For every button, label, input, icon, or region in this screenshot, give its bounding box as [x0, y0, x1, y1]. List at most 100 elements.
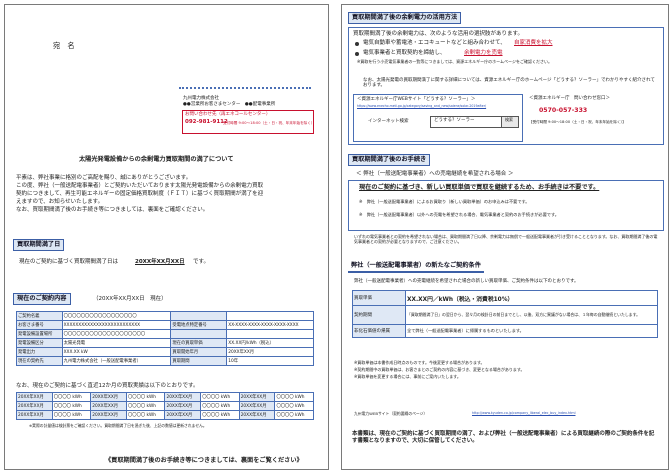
- record-amount: 〇〇〇〇 kWh: [51, 392, 92, 402]
- search-button[interactable]: 検索: [501, 116, 519, 128]
- inquiry-label: ＜資源エネルギー庁 問い合わせ窓口＞: [529, 96, 610, 101]
- contract-label: 買取期間: [170, 356, 228, 366]
- inquiry-phone: 0570-057-333: [539, 107, 588, 114]
- record-row: 20XX年XX月 〇〇〇〇 kWh 20XX年XX月 〇〇〇〇 kWh 20XX年XX月…: [16, 401, 314, 411]
- contract-row: ご契約名義 〇〇〇〇〇〇〇〇〇〇〇〇〇〇〇〇〇: [16, 311, 314, 321]
- option-emphasis: 自家消費を拡大: [514, 40, 553, 46]
- terms-value: 全て弊社（一般送配電事業者）に帰属するものといたします。: [405, 324, 658, 338]
- terms-row: 契約期間 「買取期間満了日」の翌日から、翌々月の検針日の前日までとし、以後、双方…: [352, 305, 658, 325]
- intro-line: この度、弊社（一般送配電事業者）とご契約いただいております太陽光発電設備からの余…: [16, 183, 264, 189]
- options-box: 買取期間満了後の余剰電力は、次のような活用の選択肢があります。 電気自動車や蓄電…: [348, 27, 664, 145]
- procedure-note: ※ 弊社（一般送配電事業者）によるお買取り（新しい買取単価）のお申込みは不要です…: [359, 199, 530, 204]
- record-amount: 〇〇〇〇 kWh: [274, 401, 314, 411]
- contract-label: 現在の契約先: [16, 356, 63, 366]
- record-month: 20XX年XX月: [90, 392, 127, 402]
- record-amount: 〇〇〇〇 kWh: [125, 392, 166, 402]
- recipient-name: 宛 名: [53, 41, 75, 50]
- contract-row: 現在の契約先 九州電力株式会社（一般送配電事業者） 買取期間 10年: [16, 356, 314, 366]
- footer-notice: 本書類は、現在のご契約に基づく買取期間の満了、および弊社（一般送配電事業者）によ…: [352, 431, 655, 444]
- search-input-text: どうする？ソーラー: [434, 118, 475, 123]
- procedure-note: ※ 弊社（一般送配電事業者）以外への売電を希望される場合、電気事業者と契約のお手…: [359, 212, 559, 217]
- search-input[interactable]: どうする？ソーラー: [430, 116, 502, 128]
- sender-company: 九州電力株式会社: [183, 96, 219, 101]
- options-detail: なお、太陽光発電の買取期間満了に関する詳細については、資源エネルギー庁のホームペ…: [363, 78, 655, 89]
- record-amount: 〇〇〇〇 kWh: [200, 392, 240, 402]
- sender-contact-box: お問い合わせ先（再エネコールセンター） 092-981-9112 受付時間 9:…: [182, 110, 314, 134]
- contract-value: XX.XX円/kWh（税込）: [226, 338, 314, 348]
- closing-note: 《買取期間満了後のお手続き等につきましては、裏面をご覧ください》: [105, 457, 303, 464]
- purchase-record-table: 20XX年XX月 〇〇〇〇 kWh 20XX年XX月 〇〇〇〇 kWh 20XX年XX月…: [16, 392, 314, 420]
- contract-label: 現在の買取単価: [170, 338, 228, 348]
- website-label: ＜資源エネルギー庁WEBサイト「どうする？ソーラー」＞: [357, 97, 476, 102]
- procedure-case-label: ＜ 弊社（一般送配電事業者）への売電継続を希望される場合 ＞: [356, 171, 514, 177]
- contract-row: 発電設備設置場所 〇〇〇〇〇〇〇〇〇〇〇〇〇〇〇〇〇〇〇: [16, 329, 314, 339]
- intro-line: 契約につきまして、再生可能エネルギーの固定価格買取制度（ＦＩＴ）に基づく買取期間…: [16, 191, 264, 197]
- contract-label: 発電設備設置場所: [16, 329, 63, 339]
- options-note: ※買取を行う小売電気事業者の一覧等につきましては、資源エネルギー庁のホームページ…: [357, 59, 552, 64]
- record-amount: 〇〇〇〇 kWh: [200, 401, 240, 411]
- contract-label: お客さま番号: [16, 320, 63, 330]
- contract-link-label: 九州電力WEBサイト（契約要綱のページ）: [354, 411, 428, 416]
- contact-label: お問い合わせ先（再エネコールセンター）: [185, 112, 271, 117]
- record-month: 20XX年XX月: [164, 392, 202, 402]
- terms-note: ※買取単価は本書作成日時点のものです。今後変更する場合があります。: [354, 360, 485, 365]
- terms-label: 非化石価値の帰属: [352, 324, 406, 338]
- end-date-suffix: です。: [193, 259, 209, 265]
- back-page: 買取期間満了後の余剰電力の活用方法 買取期間満了後の余剰電力は、次のような活用の…: [341, 4, 669, 470]
- terms-label: 買取単価: [352, 290, 406, 306]
- terms-value: XX.XX円／kWh（税込・消費税10%）: [405, 290, 658, 306]
- record-row: 20XX年XX月 〇〇〇〇 kWh 20XX年XX月 〇〇〇〇 kWh 20XX年XX月…: [16, 392, 314, 402]
- new-terms-table: 買取単価 XX.XX円／kWh（税込・消費税10%） 契約期間 「買取期間満了日…: [352, 290, 658, 338]
- contract-label: 買取開始年月: [170, 347, 228, 357]
- section-heading-end-date: 買取期間満了日: [13, 239, 65, 251]
- contract-value: 〇〇〇〇〇〇〇〇〇〇〇〇〇〇〇〇〇〇〇: [61, 329, 172, 339]
- contract-value: 太陽光発電: [61, 338, 172, 348]
- search-button-label: 検索: [505, 117, 513, 122]
- record-month: 20XX年XX月: [238, 401, 276, 411]
- contract-value: 〇〇〇〇〇〇〇〇〇〇〇〇〇〇〇〇〇: [61, 311, 172, 321]
- record-month: 20XX年XX月: [238, 410, 276, 420]
- contract-label: 発電設備区分: [16, 338, 63, 348]
- inquiry-hours: 【受付時間 9:00～18:00（土・日・祝、年末年始を除く）】: [529, 120, 626, 124]
- record-amount: 〇〇〇〇 kWh: [125, 401, 166, 411]
- record-amount: 〇〇〇〇 kWh: [51, 410, 92, 420]
- front-page: 宛 名 九州電力株式会社 ●●営業所お客さまセンター ●●配電事業所 お問い合わ…: [4, 4, 329, 470]
- section-heading-new-terms: 弊社（一般送配電事業者）の新たなご契約条件: [348, 261, 484, 273]
- contract-value: XX-XXXX-XXXX-XXXX-XXXX-XXXX: [226, 320, 314, 330]
- terms-label: 契約期間: [352, 305, 406, 325]
- contract-value: 10年: [226, 356, 314, 366]
- record-month: 20XX年XX月: [90, 410, 127, 420]
- options-intro: 買取期間満了後の余剰電力は、次のような活用の選択肢があります。: [353, 31, 523, 37]
- section-heading-procedure: 買取期間満了後のお手続き: [348, 154, 431, 166]
- contract-value: 20XX年XX月: [226, 347, 314, 357]
- option-bullet: 電気事業者と買取契約を締結し、: [363, 50, 446, 56]
- terms-value: 「買取期間満了日」の翌日から、翌々月の検針日の前日までとし、以後、双方に異議がな…: [405, 305, 658, 325]
- contract-link-url[interactable]: http://www.kyuden.co.jp/company_liberal_…: [472, 411, 576, 416]
- website-url[interactable]: https://www.enecho.meti.go.jp/category/s…: [357, 104, 486, 109]
- contact-phone: 092-981-9112: [185, 119, 228, 125]
- contract-label: 受電地点特定番号: [170, 320, 228, 330]
- website-box: ＜資源エネルギー庁WEBサイト「どうする？ソーラー」＞ https://www.…: [353, 94, 523, 142]
- contract-row: 発電設備区分 太陽光発電 現在の買取単価 XX.XX円/kWh（税込）: [16, 338, 314, 348]
- record-note: なお、現在のご契約に基づく直近12か月の買取実績は以下のとおりです。: [16, 383, 199, 389]
- record-amount: 〇〇〇〇 kWh: [274, 392, 314, 402]
- intro-line: えますので、お知らせいたします。: [16, 199, 104, 205]
- record-footnote: ※実際の計量値は検針票をご確認ください。買取期間満了日を過ぎた後、上記の数値は更…: [29, 423, 207, 428]
- terms-note: ※契約期間中の買取単価は、お客さまとのご契約の内容に基づき、変更となる場合があり…: [354, 367, 525, 372]
- new-terms-intro: 弊社（一般送配電事業者）への売電継続を希望された場合の新しい買取単価、ご契約条件…: [354, 279, 579, 284]
- record-month: 20XX年XX月: [164, 401, 202, 411]
- sender-divider: [179, 87, 311, 89]
- contract-value: XXXXXXXXXXXXXXXXXXXXXXXXXX: [61, 320, 172, 330]
- record-month: 20XX年XX月: [164, 410, 202, 420]
- contract-as-of: （20XX年XX月XX日 現在）: [93, 296, 167, 302]
- procedure-box: 現在のご契約に基づき、新しい買取単価で買取を継続するため、お手続きは不要です。 …: [348, 180, 664, 231]
- record-amount: 〇〇〇〇 kWh: [125, 410, 166, 420]
- procedure-headline: 現在のご契約に基づき、新しい買取単価で買取を継続するため、お手続きは不要です。: [359, 184, 600, 191]
- record-amount: 〇〇〇〇 kWh: [274, 410, 314, 420]
- terms-row: 非化石価値の帰属 全て弊社（一般送配電事業者）に帰属するものといたします。: [352, 324, 658, 338]
- record-amount: 〇〇〇〇 kWh: [51, 401, 92, 411]
- contract-label: [170, 329, 228, 339]
- option-emphasis: 余剰電力を売電: [464, 50, 503, 56]
- contract-label: [170, 311, 228, 321]
- record-month: 20XX年XX月: [16, 401, 53, 411]
